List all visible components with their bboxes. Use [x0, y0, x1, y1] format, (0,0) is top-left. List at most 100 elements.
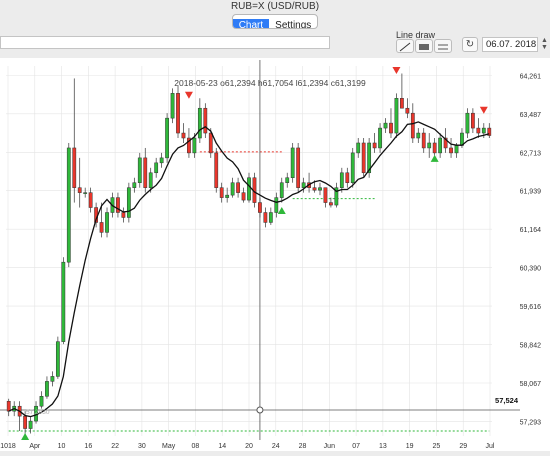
candle-body: [432, 142, 437, 154]
chart-area[interactable]: 2018-05-23 o61,2394 h61,7054 l61,2394 c6…: [0, 58, 550, 451]
candle-body: [290, 147, 295, 178]
refresh-button[interactable]: ↻: [462, 37, 478, 52]
candle: [318, 182, 322, 196]
y-tick-label: 59,616: [520, 304, 542, 311]
candle-body: [50, 376, 55, 382]
tab-settings[interactable]: Settings: [269, 19, 317, 28]
symbol-input[interactable]: [0, 36, 330, 49]
candle: [219, 182, 224, 203]
candle-body: [121, 212, 126, 218]
candle-body: [279, 182, 284, 198]
x-tick-label: 30: [138, 443, 146, 450]
candle: [394, 93, 399, 139]
line-draw-tool-button[interactable]: [396, 39, 414, 53]
candle: [378, 123, 382, 153]
x-tick-label: Jun: [324, 443, 335, 450]
candle: [307, 172, 311, 193]
chevron-down-icon[interactable]: ▼: [539, 44, 550, 51]
candle-body: [378, 127, 382, 149]
x-tick-label: Apr: [29, 443, 41, 450]
candle: [61, 257, 66, 345]
candle: [470, 108, 475, 134]
x-axis: 1018 Apr 10 16 22 30 May 08 14 20 24 28 Jun 07 13 19 25 2…: [0, 443, 495, 450]
candle-body: [126, 187, 131, 218]
candle: [159, 152, 164, 168]
x-tick-label: May: [162, 443, 176, 450]
date-field[interactable]: 06.07. 2018: [482, 37, 538, 52]
x-tick-label: 25: [433, 443, 441, 450]
candle-body: [345, 172, 350, 183]
candle-body: [170, 93, 175, 119]
candle: [405, 98, 410, 119]
candle: [356, 138, 361, 158]
x-tick-label: 22: [111, 443, 119, 450]
y-tick-label: 63,487: [520, 112, 542, 119]
candle-body: [143, 157, 148, 188]
candle-body: [394, 98, 399, 134]
candle-body: [372, 142, 377, 149]
candle-body: [72, 147, 77, 188]
candle: [126, 182, 131, 223]
candle-body: [154, 162, 159, 174]
candle-body: [296, 147, 301, 188]
candle-body: [263, 212, 268, 223]
candle: [421, 128, 426, 153]
candle-body: [197, 107, 202, 139]
x-tick-label: Jul: [486, 443, 495, 450]
sell-signal-arrow: [479, 106, 488, 114]
horizontal-line-tool-button[interactable]: [434, 39, 452, 53]
candle: [296, 142, 301, 193]
candle: [137, 152, 142, 188]
candle: [72, 78, 77, 203]
window-title: RUB=X (USD/RUB): [230, 1, 320, 12]
candle-body: [268, 212, 273, 223]
x-tick-label: 07: [352, 443, 360, 450]
candle: [83, 187, 88, 198]
horizontal-lines-icon: [438, 44, 448, 50]
candle-body: [241, 192, 246, 201]
candle: [17, 401, 22, 432]
candle-body: [116, 197, 120, 213]
candle: [389, 108, 393, 139]
candle-body: [247, 177, 251, 201]
candle-body: [39, 396, 44, 407]
candle: [416, 128, 421, 143]
candle-body: [236, 182, 240, 193]
candle-body: [148, 172, 153, 188]
candle-body: [132, 182, 137, 188]
sell-signal-arrow: [392, 66, 401, 74]
candle-body: [356, 142, 361, 154]
candle-body: [6, 400, 11, 412]
x-tick-label: 13: [379, 443, 387, 450]
buy-signal-arrow: [430, 154, 439, 162]
toolbar: Line draw ↻ 06.07. 2018 ▲ ▼: [0, 30, 550, 58]
x-tick-label: 20: [245, 443, 253, 450]
candle: [345, 167, 350, 188]
date-stepper[interactable]: ▲ ▼: [539, 37, 550, 52]
candle: [465, 108, 470, 139]
candle-body: [159, 157, 164, 164]
candle: [361, 138, 366, 178]
candle: [438, 133, 443, 158]
candle-body: [405, 107, 410, 114]
y-tick-label: 58,067: [520, 381, 542, 388]
x-tick-label: 24: [272, 443, 280, 450]
x-tick-label: 19: [406, 443, 414, 450]
candle-body: [427, 142, 432, 149]
candle-body: [361, 142, 366, 174]
candle-body: [465, 112, 470, 134]
candle-body: [28, 420, 33, 429]
tab-chart[interactable]: Chart: [232, 19, 270, 28]
rectangle-tool-button[interactable]: [415, 39, 433, 53]
rectangle-icon: [419, 44, 429, 50]
candle-body: [421, 132, 426, 149]
candle-body: [274, 197, 279, 213]
candle-body: [66, 147, 71, 263]
candle-body: [181, 132, 186, 139]
chevron-up-icon[interactable]: ▲: [539, 37, 550, 44]
candle: [476, 118, 481, 139]
x-tick-label: 16: [84, 443, 92, 450]
candlestick-chart[interactable]: 2018-05-23 o61,2394 h61,7054 l61,2394 c6…: [0, 58, 550, 451]
candle: [400, 73, 404, 109]
candle: [268, 207, 273, 225]
